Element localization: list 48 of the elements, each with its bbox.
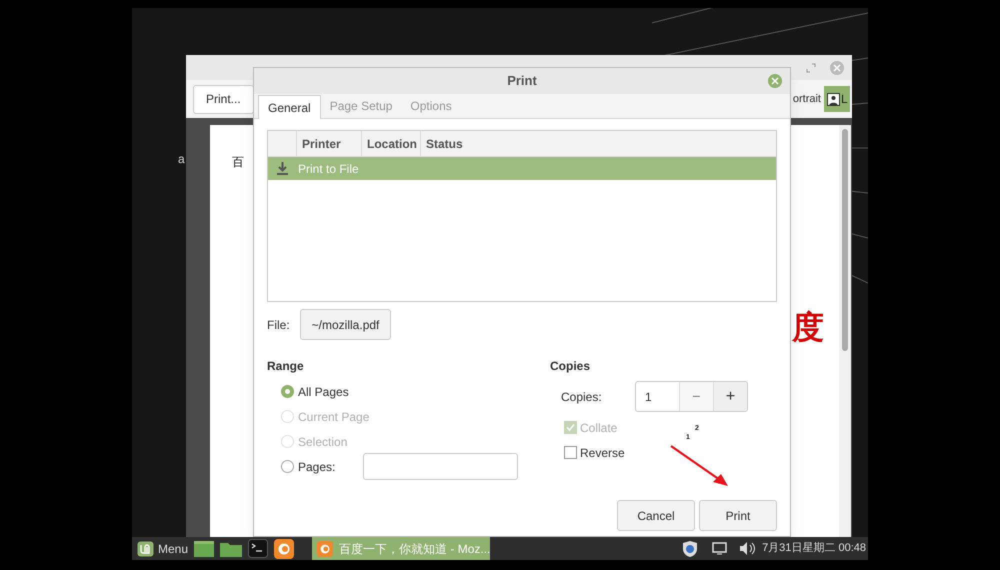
shield-icon[interactable]: [682, 540, 698, 558]
dialog-button[interactable]: Cancel: [617, 500, 695, 531]
close-icon[interactable]: [768, 74, 782, 88]
copies-spinner[interactable]: 1 − +: [635, 381, 748, 412]
column-header[interactable]: Status: [421, 131, 776, 156]
terminal-icon[interactable]: [248, 539, 268, 558]
desktop-icon[interactable]: [194, 540, 214, 558]
menu-button[interactable]: Menu: [137, 537, 188, 560]
radio-label: All Pages: [298, 384, 349, 400]
landscape-button[interactable]: L: [824, 86, 850, 112]
file-label: File:: [267, 316, 290, 334]
volume-icon[interactable]: [739, 541, 756, 556]
file-button[interactable]: ~/mozilla.pdf: [300, 309, 392, 340]
clock[interactable]: 7月31日星期二 00:48: [762, 540, 868, 557]
side-text: a: [178, 151, 185, 168]
pages-field[interactable]: [363, 453, 518, 480]
print-button[interactable]: Print...: [193, 84, 254, 114]
mint-logo-icon: [137, 540, 154, 556]
arrow-icon: [670, 445, 730, 487]
checkbox[interactable]: [564, 446, 577, 459]
radio-label: Selection: [298, 434, 348, 450]
radio-label: Pages:: [298, 458, 336, 476]
close-icon[interactable]: [830, 60, 844, 74]
page-big-text: 度: [792, 308, 824, 347]
radio-button[interactable]: [281, 385, 294, 398]
tab[interactable]: General: [258, 95, 321, 119]
checkbox-label: Reverse: [580, 444, 625, 462]
dialog-title: Print: [507, 72, 537, 90]
copies-label: Copies:: [561, 388, 603, 406]
radio-button[interactable]: [281, 460, 294, 473]
checkbox-label: Collate: [580, 420, 618, 436]
radio-label: Current Page: [298, 408, 370, 426]
orientation-label: ortrait: [792, 92, 821, 107]
maximize-icon[interactable]: [806, 62, 816, 72]
decrement-button[interactable]: −: [680, 382, 714, 411]
browser-icon[interactable]: [274, 538, 294, 558]
display-icon[interactable]: [712, 542, 728, 555]
dialog-button[interactable]: Print: [699, 500, 777, 531]
download-icon: [277, 162, 288, 175]
browser-icon: [317, 540, 334, 556]
column-header[interactable]: Location: [362, 131, 421, 156]
page-heading: 百: [232, 154, 244, 171]
range-heading: Range: [267, 358, 305, 375]
copies-heading: Copies: [550, 358, 592, 375]
increment-button[interactable]: +: [714, 382, 747, 411]
scrollbar[interactable]: [842, 129, 848, 351]
column-header[interactable]: Printer: [297, 131, 362, 156]
person-icon: [827, 92, 840, 106]
